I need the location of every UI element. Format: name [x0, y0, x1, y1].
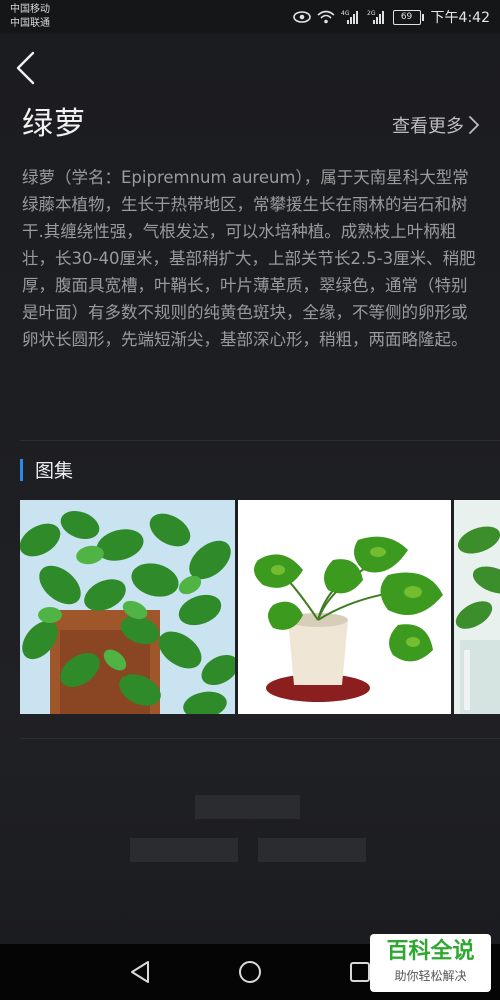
square-recent-icon [350, 962, 370, 982]
plant-description: 绿萝（学名：Epipremnum aureum），属于天南星科大型常绿藤本植物，… [22, 168, 476, 349]
image-gallery[interactable] [20, 500, 500, 714]
signal-2-icon: 2G [367, 8, 387, 26]
back-button[interactable] [8, 48, 42, 88]
pothos-wall-photo-icon [20, 500, 235, 714]
nav-home-button[interactable] [234, 956, 266, 988]
placeholder-block [258, 838, 366, 862]
status-icons: 4G 2G 69 下午4:42 [292, 6, 490, 28]
placeholder-block [195, 795, 300, 819]
signal-2-label: 2G [367, 10, 376, 17]
screen: 中国移动 中国联通 4G 2G 69 下午4:42 绿萝 查看更多 绿萝（学名：… [0, 0, 500, 1000]
see-more-link[interactable]: 查看更多 [392, 112, 480, 138]
divider-2 [20, 738, 500, 739]
circle-home-icon [239, 961, 261, 983]
eye-icon [292, 8, 311, 26]
watermark-line-2: 助你轻松解决 [394, 969, 467, 983]
divider [20, 440, 500, 441]
chevron-right-icon [469, 116, 480, 134]
see-more-label: 查看更多 [392, 116, 464, 137]
watermark-line-1: 百科全说 [386, 939, 475, 964]
carrier-1: 中国移动 [10, 4, 50, 15]
gallery-header: 图集 [20, 456, 73, 483]
gallery-image-1[interactable] [20, 500, 235, 714]
battery-icon: 69 [392, 9, 424, 25]
wifi-icon [317, 8, 335, 26]
gallery-title: 图集 [35, 460, 74, 482]
placeholder-block [130, 838, 238, 862]
signal-1-icon: 4G [341, 8, 361, 26]
carrier-2: 中国联通 [10, 18, 50, 29]
status-time: 下午4:42 [430, 10, 490, 26]
chevron-left-icon [16, 51, 35, 85]
signal-1-label: 4G [341, 10, 350, 17]
nav-back-button[interactable] [124, 956, 156, 988]
triangle-back-icon [131, 961, 149, 983]
status-bar: 中国移动 中国联通 4G 2G 69 下午4:42 [0, 0, 500, 34]
potted-pothos-photo-icon [238, 500, 451, 714]
gallery-image-3[interactable] [454, 500, 500, 714]
page-title: 绿萝 [22, 106, 86, 142]
pothos-in-glass-photo-icon [454, 500, 500, 714]
watermark-logo: 百科全说 助你轻松解决 [370, 934, 491, 992]
gallery-image-2[interactable] [238, 500, 451, 714]
section-accent-bar [20, 458, 23, 481]
